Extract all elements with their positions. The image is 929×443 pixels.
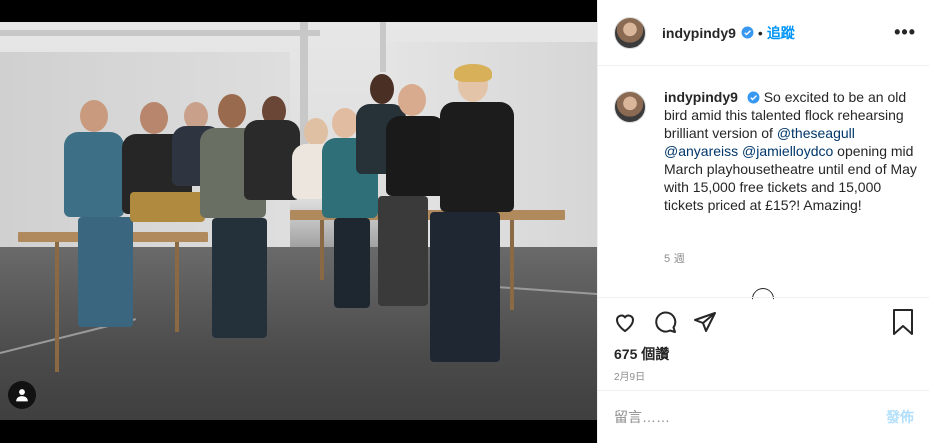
- caption-username[interactable]: indypindy9: [664, 89, 738, 105]
- follow-button[interactable]: 追蹤: [767, 23, 795, 43]
- like-count[interactable]: 675 個讚: [614, 344, 669, 364]
- verified-badge-icon: [741, 26, 754, 39]
- post-header: indypindy9 • 追蹤 •••: [598, 0, 929, 66]
- mention-link[interactable]: @anyareiss: [664, 143, 738, 159]
- post-age[interactable]: 5 週: [664, 250, 685, 266]
- table-leg: [510, 220, 514, 310]
- wall-pipe: [380, 22, 386, 72]
- post-caption: indypindy9 So excited to be an old bird …: [614, 88, 919, 214]
- comment-bubble-icon[interactable]: [652, 309, 678, 335]
- username-link[interactable]: indypindy9: [662, 25, 736, 41]
- post-actions: [612, 309, 718, 335]
- ceiling-pipe: [0, 30, 320, 36]
- user-tag-icon[interactable]: [8, 381, 36, 409]
- post-date[interactable]: 2月9日: [614, 368, 645, 383]
- mention-link[interactable]: @theseagull: [777, 125, 855, 141]
- table-leg: [175, 242, 179, 332]
- bookmark-icon[interactable]: [891, 309, 917, 335]
- post-comment-button[interactable]: 發佈: [886, 407, 914, 427]
- table-leg: [55, 242, 59, 372]
- mention-link[interactable]: @jamielloydco: [742, 143, 833, 159]
- post-detail-panel: indypindy9 • 追蹤 ••• indypindy9 So excite…: [597, 0, 929, 443]
- heart-icon[interactable]: [612, 309, 638, 335]
- post-photo[interactable]: [0, 0, 597, 443]
- rehearsal-group-photo: [0, 22, 597, 420]
- verified-badge-icon: [747, 91, 760, 104]
- load-more-icon[interactable]: [747, 283, 779, 315]
- separator-dot: •: [757, 24, 763, 41]
- avatar[interactable]: [614, 91, 646, 123]
- more-options-icon[interactable]: •••: [894, 22, 916, 43]
- comment-input[interactable]: [614, 409, 886, 425]
- comment-bar: 發佈: [598, 390, 929, 443]
- paper-plane-icon[interactable]: [692, 309, 718, 335]
- table-leg: [320, 220, 324, 280]
- avatar[interactable]: [614, 16, 646, 49]
